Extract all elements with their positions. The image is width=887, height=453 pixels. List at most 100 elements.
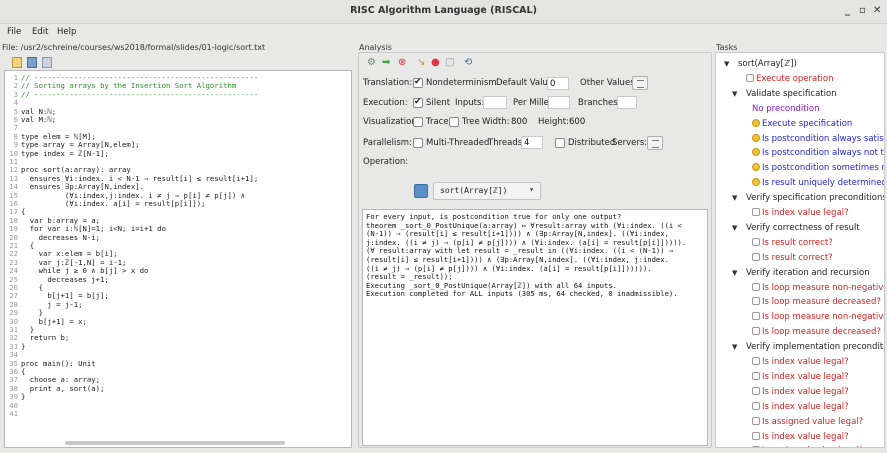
analysis-output[interactable]: For every input, is postcondition true f…	[362, 209, 708, 446]
task-item[interactable]: Is assigned value legal?	[752, 446, 863, 447]
expand-triangle-icon[interactable]: ▼	[732, 223, 737, 234]
nondeterminism-label: Nondeterminism	[426, 78, 497, 88]
settings-icon[interactable]: ⚙	[367, 57, 376, 69]
task-item[interactable]: Is loop measure decreased?	[752, 327, 881, 338]
operation-select[interactable]: sort(Array[ℤ]) ▾	[433, 182, 541, 200]
task-item[interactable]: Execute specification	[752, 118, 853, 130]
task-item[interactable]: Is loop measure decreased?	[752, 297, 881, 308]
visualize-icon[interactable]: ↘	[417, 57, 425, 69]
record-icon[interactable]: ●	[431, 57, 440, 69]
height-field[interactable]: 600	[567, 116, 587, 129]
task-item[interactable]: Is result correct?	[752, 252, 833, 264]
gear-icon	[752, 163, 760, 172]
code-line[interactable]: 4	[5, 98, 21, 107]
expand-triangle-icon[interactable]: ▼	[732, 268, 737, 279]
code-line[interactable]: 41	[5, 409, 21, 418]
task-item[interactable]: Is index value legal?	[752, 208, 849, 219]
task-item[interactable]: Is loop measure non-negative?	[752, 282, 884, 294]
inputs-field[interactable]	[483, 96, 507, 109]
code-text: }	[21, 341, 26, 351]
tree-checkbox[interactable]	[449, 117, 459, 127]
task-item[interactable]: Is result uniquely determined?	[752, 178, 885, 189]
trace-checkbox[interactable]	[413, 117, 423, 127]
height-label: Height:	[538, 117, 569, 127]
default-value-field[interactable]: 0	[547, 77, 569, 90]
task-item[interactable]: Is result correct?	[752, 237, 833, 249]
expand-triangle-icon[interactable]: ▼	[732, 89, 737, 100]
task-label: Is result uniquely determined?	[762, 178, 885, 189]
minimize-button[interactable]: _	[845, 5, 850, 16]
width-field[interactable]: 800	[509, 116, 529, 129]
code-line[interactable]: 3// ------------------------------------…	[5, 89, 259, 99]
task-item[interactable]: Is assigned value legal?	[752, 416, 863, 428]
code-text: return b;	[21, 333, 70, 343]
task-item[interactable]: Is index value legal?	[752, 357, 849, 368]
lock-icon	[752, 312, 760, 321]
translation-label: Translation:	[363, 78, 413, 88]
task-item[interactable]: ▼ Validate specification	[732, 89, 837, 100]
task-label: No precondition	[752, 103, 820, 114]
editor-scrollbar[interactable]	[65, 441, 285, 445]
task-item[interactable]: Is index value legal?	[752, 371, 849, 383]
code-editor[interactable]: 1// ------------------------------------…	[4, 70, 352, 448]
square-icon[interactable]: □	[445, 57, 454, 69]
task-item[interactable]: Is index value legal?	[752, 386, 849, 398]
per-mille-field[interactable]	[548, 96, 570, 109]
task-item[interactable]: ▼ sort(Array[ℤ])	[724, 59, 797, 70]
task-item[interactable]: Is index value legal?	[752, 401, 849, 413]
task-item[interactable]: No precondition	[752, 104, 820, 115]
lock-icon	[752, 431, 760, 440]
silent-checkbox[interactable]	[413, 97, 423, 108]
code-text: // -------------------------------------…	[21, 89, 259, 99]
menu-help[interactable]: Help	[57, 27, 76, 37]
run-icon[interactable]: ➡	[382, 57, 390, 69]
task-label: Is loop measure decreased?	[762, 327, 881, 338]
maximize-button[interactable]: ▫	[859, 5, 866, 16]
code-line[interactable]: 6 val M:ℕ;	[5, 115, 57, 124]
task-item[interactable]: Is postcondition always not trivial?	[752, 148, 884, 159]
task-item[interactable]: ▼ Verify specification preconditions	[732, 193, 885, 204]
nondeterminism-checkbox[interactable]	[413, 77, 423, 88]
refresh-icon[interactable]: ⟲	[464, 57, 472, 69]
lock-icon	[752, 357, 760, 365]
servers-label: Servers:	[612, 138, 648, 148]
expand-triangle-icon[interactable]: ▼	[724, 59, 729, 70]
multithreaded-checkbox[interactable]	[413, 138, 423, 148]
task-item[interactable]: Is postcondition always satisfiable?	[752, 133, 885, 145]
task-label: Is postcondition always satisfiable?	[762, 133, 885, 144]
code-line[interactable]: 35 proc main(): Unit	[5, 359, 95, 368]
task-item[interactable]: ▼ Verify iteration and recursion	[732, 268, 870, 279]
folder-icon[interactable]	[414, 184, 428, 198]
code-line[interactable]: 7	[5, 123, 21, 132]
task-label: Verify specification preconditions	[746, 193, 885, 204]
threads-field[interactable]: 4	[521, 136, 543, 149]
expand-triangle-icon[interactable]: ▼	[732, 342, 737, 353]
lock-icon	[752, 446, 760, 447]
code-line[interactable]: 16 (∀i:index. a[i] = result[p[i]]);	[5, 199, 205, 208]
expand-triangle-icon[interactable]: ▼	[732, 193, 737, 204]
menu-file[interactable]: File	[7, 27, 21, 37]
code-line[interactable]: 38 print a, sort(a);	[5, 384, 104, 393]
branches-field[interactable]	[617, 96, 637, 109]
close-button[interactable]: ✕	[873, 5, 881, 16]
task-item[interactable]: Execute operation	[746, 73, 834, 85]
open-file-icon[interactable]	[12, 57, 22, 68]
per-mille-label: Per Mille:	[513, 98, 552, 108]
code-line[interactable]: 20 decreases N-i;	[5, 233, 100, 242]
stop-icon[interactable]: ⊗	[398, 57, 406, 69]
task-item[interactable]: Is loop measure non-negative?	[752, 312, 884, 323]
task-item[interactable]: Is postcondition sometimes not triv	[752, 163, 884, 174]
distributed-checkbox[interactable]	[555, 138, 565, 148]
task-label: Execute specification	[762, 118, 853, 129]
servers-button[interactable]	[647, 136, 663, 150]
task-item[interactable]: Is index value legal?	[752, 431, 849, 443]
other-values-button[interactable]	[632, 76, 648, 90]
save-file-icon[interactable]	[27, 57, 37, 68]
operation-label: Operation:	[363, 157, 409, 167]
save-as-icon[interactable]	[42, 57, 52, 68]
task-item[interactable]: ▼ Verify correctness of result	[732, 223, 860, 234]
task-label: Verify implementation preconditions	[746, 342, 884, 353]
menu-edit[interactable]: Edit	[32, 27, 48, 37]
task-item[interactable]: ▼ Verify implementation preconditions	[732, 342, 884, 353]
code-line[interactable]: 10 type index = ℤ[N-1];	[5, 149, 109, 158]
